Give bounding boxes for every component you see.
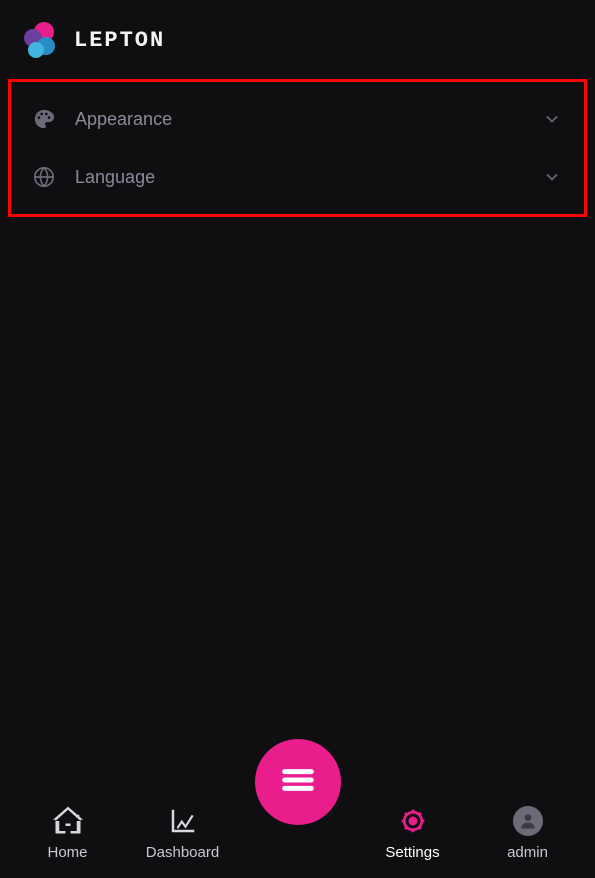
fab-menu-button[interactable] bbox=[255, 739, 341, 825]
app-logo-icon bbox=[20, 20, 60, 60]
bottom-navigation: Home Dashboard bbox=[0, 788, 595, 878]
settings-item-label: Language bbox=[75, 167, 522, 188]
avatar bbox=[513, 806, 543, 836]
chart-icon bbox=[168, 806, 198, 836]
nav-label: admin bbox=[507, 844, 548, 861]
nav-label: Dashboard bbox=[146, 844, 219, 861]
chevron-down-icon bbox=[542, 109, 562, 129]
nav-item-dashboard[interactable]: Dashboard bbox=[125, 806, 240, 861]
palette-icon bbox=[33, 108, 55, 130]
app-header: LEPTON bbox=[0, 0, 595, 75]
settings-item-appearance[interactable]: Appearance bbox=[11, 90, 584, 148]
nav-label: Settings bbox=[385, 844, 439, 861]
menu-icon bbox=[278, 760, 318, 805]
gear-icon bbox=[398, 806, 428, 836]
nav-item-admin[interactable]: admin bbox=[470, 806, 585, 861]
user-icon bbox=[518, 811, 538, 831]
nav-item-settings[interactable]: Settings bbox=[355, 806, 470, 861]
home-icon bbox=[53, 806, 83, 836]
globe-icon bbox=[33, 166, 55, 188]
nav-item-home[interactable]: Home bbox=[10, 806, 125, 861]
nav-label: Home bbox=[47, 844, 87, 861]
settings-item-label: Appearance bbox=[75, 109, 522, 130]
highlighted-settings-section: Appearance Language bbox=[8, 79, 587, 217]
chevron-down-icon bbox=[542, 167, 562, 187]
app-logo-text: LEPTON bbox=[74, 28, 165, 53]
settings-item-language[interactable]: Language bbox=[11, 148, 584, 206]
